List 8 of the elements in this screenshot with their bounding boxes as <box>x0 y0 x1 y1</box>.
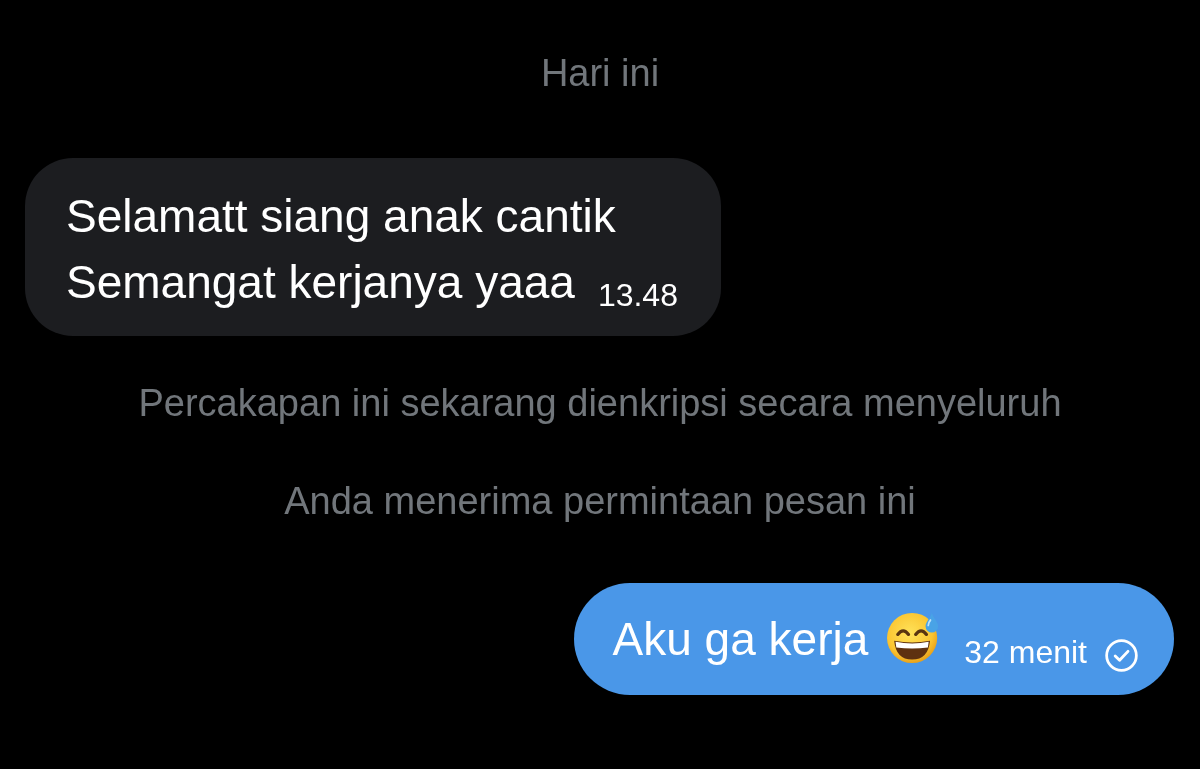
message-text: Aku ga kerja <box>612 612 869 667</box>
system-notice: Anda menerima permintaan pesan ini <box>284 480 916 522</box>
system-notice: Percakapan ini sekarang dienkripsi secara menyeluruh <box>138 382 1062 424</box>
message-text: Semangat kerjanya yaaa <box>66 255 575 310</box>
date-label: Hari ini <box>540 52 660 94</box>
message-time: 13.48 <box>597 279 678 311</box>
message-time: 32 menit <box>964 635 1087 668</box>
message-text: Selamatt siang anak cantik <box>66 189 616 244</box>
